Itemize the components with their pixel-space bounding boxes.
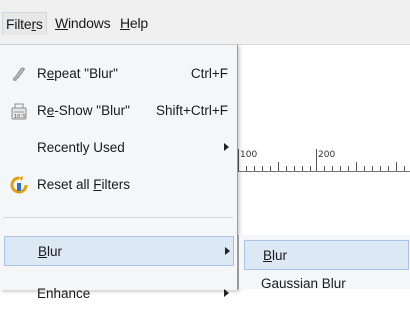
menu-separator (3, 217, 233, 218)
repeat-shortcut: Ctrl+F (190, 66, 228, 81)
menu-filters-label-b: s (35, 16, 43, 32)
menu-filters[interactable]: Filters (2, 12, 47, 35)
reshow-label-a: R (37, 103, 47, 118)
repeat-filter-icon (10, 65, 28, 83)
reshow-filter-icon: 10:3 (10, 102, 28, 120)
menu-bar: Filters Windows Help (0, 0, 410, 45)
blur-submenu: Blur Gaussian Blur (238, 235, 410, 291)
menu-windows-mnemonic: W (55, 15, 69, 31)
menu-windows-label: indows (68, 15, 111, 31)
reset-filters-label: Reset all Filters (37, 177, 130, 192)
menu-help-label: elp (129, 15, 149, 31)
enhance-label: Enhance (37, 286, 91, 301)
menu-windows[interactable]: Windows (52, 12, 113, 34)
menu-filters-label-a: Filte (6, 16, 32, 32)
reshow-blur-label: Re-Show "Blur" (37, 103, 130, 118)
submenu-item-blur[interactable]: Blur (244, 240, 409, 270)
submenu-blur-label: Blur (263, 248, 287, 263)
menu-help[interactable]: Help (117, 12, 151, 34)
submenu-blur-mnemonic: B (263, 248, 273, 263)
blur-label: Blur (38, 244, 62, 259)
submenu-arrow-icon (224, 143, 229, 151)
reshow-label-b: -Show "Blur" (54, 103, 130, 118)
reset-filters-icon (10, 176, 28, 194)
submenu-arrow-icon (224, 289, 229, 297)
repeat-label-a: R (37, 66, 47, 81)
menu-help-mnemonic: H (120, 15, 130, 31)
blur-mnemonic: B (38, 244, 48, 259)
ruler-label-200: 200 (318, 150, 336, 160)
menu-item-recently-used[interactable]: Recently Used (0, 133, 236, 163)
filters-menu: Repeat "Blur" Ctrl+F 10:3 Re-Show "Blur"… (0, 44, 238, 301)
reset-mnemonic: F (93, 177, 102, 192)
svg-text:10:3: 10:3 (14, 114, 25, 120)
menu-item-repeat-blur[interactable]: Repeat "Blur" Ctrl+F (0, 59, 236, 89)
reset-label-a: Reset all (37, 177, 94, 192)
repeat-blur-label: Repeat "Blur" (37, 66, 118, 81)
blur-label-b: lur (47, 244, 63, 259)
submenu-blur-label-b: lur (272, 248, 288, 263)
horizontal-ruler[interactable]: 100 200 (237, 149, 410, 172)
ruler-label-100: 100 (240, 150, 258, 160)
submenu-arrow-icon (225, 247, 230, 255)
menu-item-reset-all-filters[interactable]: Reset all Filters (0, 170, 236, 200)
repeat-label-b: peat "Blur" (54, 66, 118, 81)
menu-item-reshow-blur[interactable]: 10:3 Re-Show "Blur" Shift+Ctrl+F (0, 96, 236, 126)
reset-label-b: ilters (101, 177, 131, 192)
menu-item-blur[interactable]: Blur (4, 236, 234, 266)
reshow-shortcut: Shift+Ctrl+F (155, 103, 228, 118)
menu-item-enhance[interactable]: Enhance (0, 279, 236, 309)
recently-used-label: Recently Used (37, 140, 125, 155)
